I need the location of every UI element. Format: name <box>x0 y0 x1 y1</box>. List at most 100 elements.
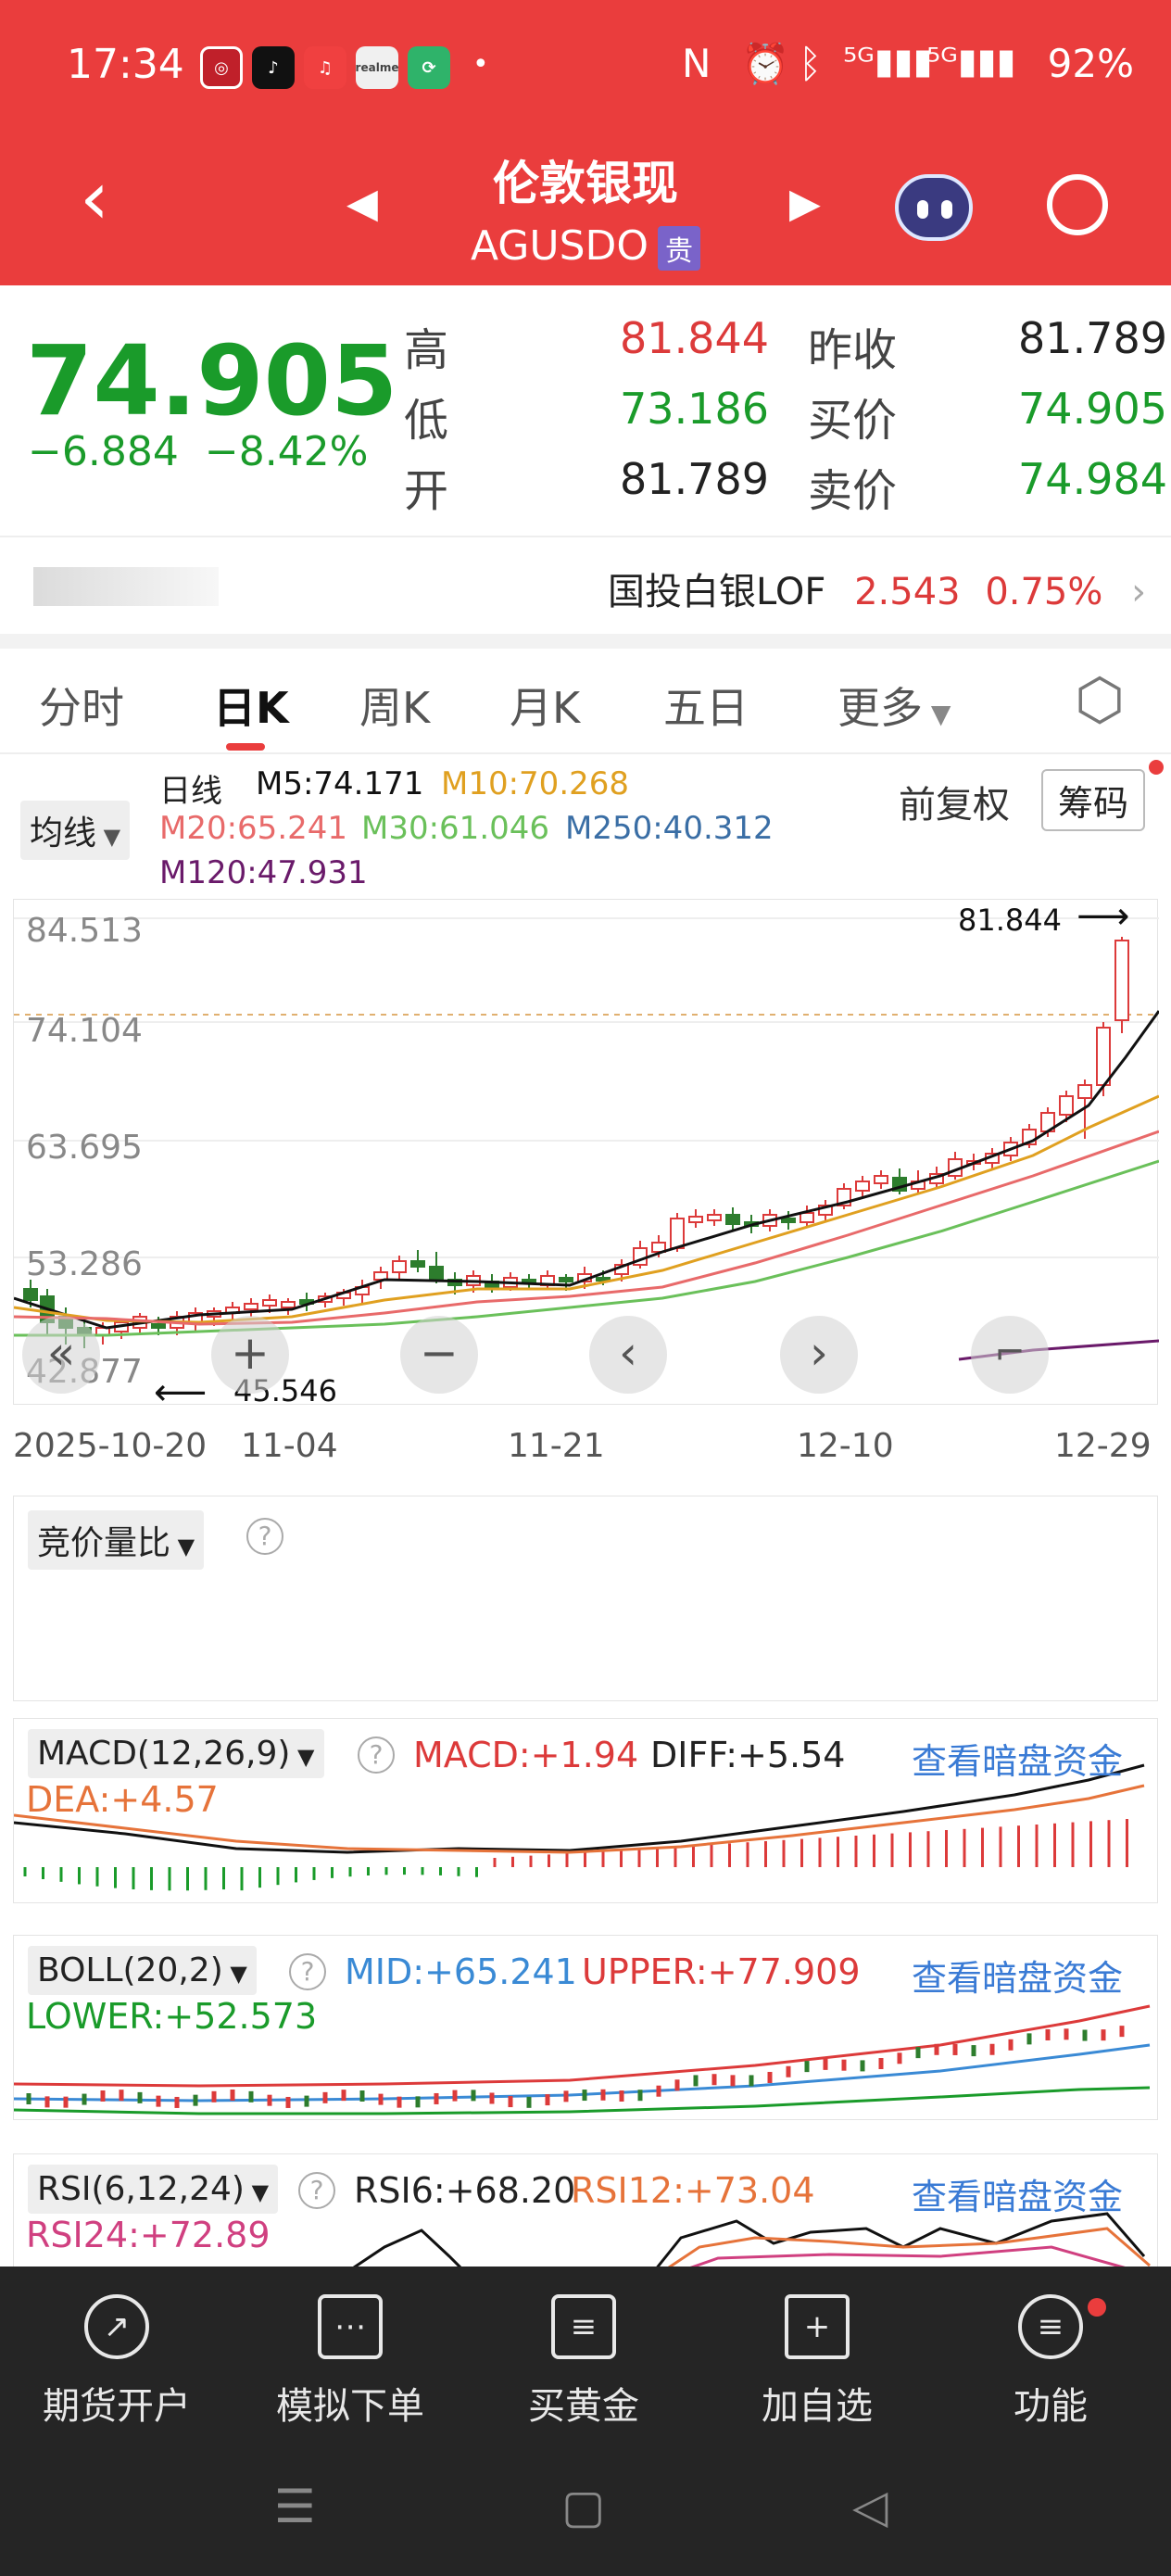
divider <box>0 536 1171 537</box>
blurred-ticker <box>33 567 219 606</box>
mid-band <box>14 2043 1151 2102</box>
nfc-icon: N <box>682 41 711 86</box>
boll-selector-label: BOLL(20,2) <box>37 1951 223 1989</box>
scroll-left-button[interactable]: ‹ <box>589 1316 667 1394</box>
help-icon[interactable]: ? <box>358 1736 395 1774</box>
app-icon-green: ⟳ <box>408 46 450 89</box>
tab-more[interactable]: 更多 ▼ <box>837 675 951 736</box>
scroll-right-button[interactable]: › <box>780 1316 858 1394</box>
candle-body <box>1096 1027 1111 1086</box>
rsi24-value: RSI24:+72.89 <box>26 2215 271 2255</box>
tab-monthly-k[interactable]: 月K <box>510 675 580 736</box>
battery-level: 92% <box>1047 41 1134 86</box>
ma-m250: M250:40.312 <box>565 810 774 847</box>
prev-close-value: 81.789 <box>1018 313 1167 363</box>
x-tick-label: 2025-10-20 <box>13 1427 208 1465</box>
ma-line-m10 <box>14 1094 1159 1324</box>
volume-selector[interactable]: 竞价量比 ▼ <box>28 1510 205 1570</box>
signal-5g-icon: ⁵ᴳ▮▮▮ <box>843 41 933 82</box>
boll-upper: UPPER:+77.909 <box>582 1951 861 1992</box>
open-value: 81.789 <box>620 454 769 504</box>
nav-futures-account[interactable]: ↗ 期货开户 <box>24 2294 209 2430</box>
search-icon[interactable] <box>1047 174 1108 235</box>
dark-pool-link[interactable]: 查看暗盘资金 <box>912 1733 1123 1784</box>
alarm-icon: ⏰ <box>741 41 790 86</box>
boll-selector[interactable]: BOLL(20,2) ▼ <box>28 1946 257 1995</box>
help-icon[interactable]: ? <box>298 2172 335 2209</box>
rsi12-value: RSI12:+73.04 <box>571 2170 815 2211</box>
home-icon[interactable]: ▢ <box>561 2480 605 2533</box>
zoom-out-button[interactable]: − <box>400 1316 478 1394</box>
adjust-mode[interactable]: 前复权 <box>899 775 1010 828</box>
menu-icon: ≡ <box>1018 2294 1083 2359</box>
candle-body <box>800 1212 814 1223</box>
caret-down-icon: ▼ <box>170 1534 195 1559</box>
x-tick-label: 11-04 <box>241 1427 338 1465</box>
document-icon: ⋯ <box>318 2294 383 2359</box>
ma-selector[interactable]: 均线 ▼ <box>20 801 131 860</box>
y-tick-label: 84.513 <box>26 912 143 950</box>
candle-body <box>410 1260 425 1268</box>
low-arrow-icon: ⟵ <box>154 1371 208 1414</box>
back-nav-icon[interactable]: ◁ <box>852 2480 888 2533</box>
recent-apps-icon[interactable]: ☰ <box>274 2480 316 2533</box>
notification-dot <box>1088 2298 1106 2317</box>
dark-pool-link[interactable]: 查看暗盘资金 <box>912 2168 1123 2219</box>
nav-add-watchlist[interactable]: + 加自选 <box>724 2294 910 2430</box>
page-title: 伦敦银现 <box>493 157 678 210</box>
help-icon[interactable]: ? <box>289 1953 326 1990</box>
header-bar: 17:34 ◎ ♪ ♫ realme ⟳ • N ⏰ ᛒ ⁵ᴳ▮▮▮ ⁵ᴳ▮▮▮… <box>0 0 1171 285</box>
chips-button[interactable]: 筹码 <box>1041 769 1146 831</box>
section-separator <box>0 634 1171 649</box>
bid-label: 买价 <box>808 395 898 447</box>
app-icon-tiktok: ♪ <box>252 46 295 89</box>
high-value: 81.844 <box>620 313 769 363</box>
nav-functions[interactable]: ≡ 功能 <box>958 2294 1143 2430</box>
scroll-left-fast-button[interactable]: « <box>22 1316 100 1394</box>
settings-icon[interactable]: ⬡ <box>1075 665 1125 733</box>
rsi-selector[interactable]: RSI(6,12,24) ▼ <box>28 2165 279 2214</box>
change-value: −6.884 <box>28 428 179 475</box>
app-icon-1: ◎ <box>200 46 243 89</box>
last-price: 74.905 <box>26 324 398 437</box>
related-product-row[interactable]: 国投白银LOF 2.543 0.75% › <box>608 562 1146 615</box>
dark-pool-link[interactable]: 查看暗盘资金 <box>912 1950 1123 2001</box>
help-icon[interactable]: ? <box>246 1518 283 1555</box>
ma-m120: M120:47.931 <box>159 854 368 891</box>
tab-five-day[interactable]: 五日 <box>663 675 749 736</box>
next-symbol-icon[interactable]: ▶ <box>789 180 821 227</box>
fullscreen-button[interactable]: ⌐ <box>971 1316 1049 1394</box>
symbol-code: AGUSDO <box>470 222 649 270</box>
app-icon-music: ♫ <box>304 46 346 89</box>
candle-body <box>688 1216 703 1223</box>
tab-daily-k[interactable]: 日K <box>213 675 289 736</box>
candle-body <box>151 1323 166 1329</box>
candle-body <box>559 1277 573 1282</box>
candle-body <box>855 1181 870 1192</box>
list-icon: ≡ <box>551 2294 616 2359</box>
macd-diff: DIFF:+5.54 <box>650 1735 846 1775</box>
macd-selector[interactable]: MACD(12,26,9) ▼ <box>28 1729 324 1778</box>
change-percent: −8.42% <box>204 428 369 475</box>
caret-down-icon: ▼ <box>222 1961 247 1987</box>
x-tick-label: 12-29 <box>1054 1427 1152 1465</box>
section-separator <box>0 1701 1171 1718</box>
nav-buy-gold[interactable]: ≡ 买黄金 <box>491 2294 676 2430</box>
robot-assistant-icon[interactable] <box>895 174 973 241</box>
tab-weekly-k[interactable]: 周K <box>359 675 430 736</box>
zoom-in-button[interactable]: + <box>211 1316 289 1394</box>
bluetooth-icon: ᛒ <box>799 41 823 86</box>
ma-m30: M30:61.046 <box>361 810 550 847</box>
tab-intraday[interactable]: 分时 <box>39 675 124 736</box>
candle-body <box>23 1288 38 1301</box>
open-label: 开 <box>404 465 449 517</box>
nav-label: 功能 <box>1014 2385 1088 2428</box>
compass-icon: ↗ <box>84 2294 149 2359</box>
ask-value: 74.984 <box>1018 454 1167 504</box>
symbol-row: AGUSDO 贵 <box>0 222 1171 271</box>
low-value: 73.186 <box>620 384 769 434</box>
macd-dea: DEA:+4.57 <box>26 1779 219 1820</box>
macd-selector-label: MACD(12,26,9) <box>37 1735 291 1773</box>
caret-down-icon: ▼ <box>923 699 951 729</box>
nav-simulated-order[interactable]: ⋯ 模拟下单 <box>258 2294 443 2430</box>
